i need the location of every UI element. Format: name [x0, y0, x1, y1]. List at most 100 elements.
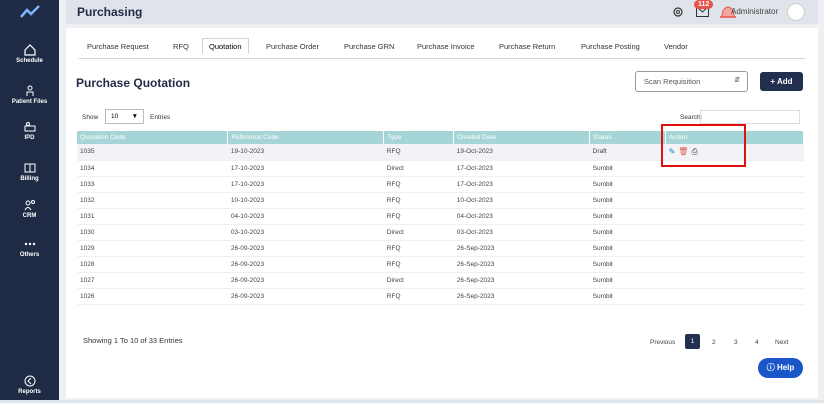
- table-cell: RFQ: [383, 144, 454, 161]
- table-cell: 1027: [77, 272, 228, 289]
- sidebar-item-ipd[interactable]: IPD: [0, 121, 59, 141]
- table-cell: RFQ: [383, 208, 454, 225]
- table-row[interactable]: 1030 03-10-2023 Direct 03-Oct-2023 Sumbit: [77, 224, 804, 241]
- action-cell: [665, 192, 804, 209]
- spinner-arrows-icon[interactable]: ⇵: [734, 76, 740, 84]
- notification-badge: 112: [694, 0, 714, 9]
- table-cell: Sumbit: [589, 288, 666, 305]
- table-cell: Sumbit: [589, 176, 666, 193]
- sidebar-item-billing[interactable]: Billing: [0, 162, 59, 182]
- page-size-select[interactable]: 10 ▼: [105, 109, 144, 124]
- table-cell: 1030: [77, 224, 228, 241]
- help-circle-icon: ⓘ: [766, 363, 775, 372]
- sidebar-item-label: Billing: [20, 176, 39, 182]
- tab-purchase-invoice[interactable]: Purchase Invoice: [417, 42, 475, 51]
- table-row[interactable]: 1029 26-09-2023 RFQ 26-Sep-2023 Sumbit: [77, 240, 804, 257]
- table-cell: Sumbit: [589, 208, 666, 225]
- sidebar-item-label: Patient Files: [11, 99, 48, 105]
- sidebar-item-others[interactable]: Others: [0, 238, 59, 258]
- action-cell: [665, 272, 804, 289]
- col-created-date[interactable]: Created Date: [453, 131, 591, 144]
- bed-icon: [24, 122, 35, 132]
- crm-icon: [24, 200, 35, 211]
- action-cell: [665, 256, 804, 273]
- add-button[interactable]: + Add: [760, 72, 803, 91]
- col-quotation-code[interactable]: Quotation Code: [77, 131, 229, 144]
- main-card: Purchase Request RFQ Quotation Purchase …: [66, 28, 818, 398]
- table-row[interactable]: 1032 10-10-2023 RFQ 10-Oct-2023 Sumbit: [77, 192, 804, 209]
- page-2-button[interactable]: 2: [712, 339, 716, 346]
- table-row[interactable]: 1026 26-09-2023 RFQ 26-Sep-2023 Sumbit: [77, 288, 804, 305]
- page-4-button[interactable]: 4: [755, 339, 759, 346]
- help-button[interactable]: ⓘ Help: [758, 358, 803, 378]
- sidebar-item-label: Reports: [18, 389, 41, 395]
- table-cell: 1028: [77, 256, 228, 273]
- table-cell: 26-09-2023: [227, 240, 384, 257]
- col-type[interactable]: Type: [383, 131, 455, 144]
- table-row[interactable]: 1028 26-09-2023 RFQ 26-Sep-2023 Sumbit: [77, 256, 804, 273]
- table-cell: 1032: [77, 192, 228, 209]
- table-cell: 26-Sep-2023: [453, 288, 590, 305]
- sidebar-item-schedule[interactable]: Schedule: [0, 44, 59, 64]
- sidebar-item-patient-files[interactable]: Patient Files: [0, 85, 59, 105]
- table-row[interactable]: 1033 17-10-2023 RFQ 17-Oct-2023 Sumbit: [77, 176, 804, 193]
- table-cell: Sumbit: [589, 160, 666, 177]
- table-cell: RFQ: [383, 288, 454, 305]
- avatar[interactable]: [787, 3, 805, 21]
- table-cell: 1031: [77, 208, 228, 225]
- show-label: Show: [82, 114, 99, 121]
- tab-purchase-grn[interactable]: Purchase GRN: [344, 42, 394, 51]
- search-input[interactable]: [700, 110, 800, 124]
- table-cell: 26-09-2023: [227, 256, 384, 273]
- sidebar-item-label: IPD: [24, 135, 35, 141]
- page-1-button[interactable]: 1: [685, 334, 700, 349]
- action-cell: [665, 224, 804, 241]
- person-icon: [26, 85, 33, 96]
- gear-icon[interactable]: [672, 6, 684, 18]
- sidebar-item-label: CRM: [22, 213, 37, 219]
- table-cell: 04-Oct-2023: [453, 208, 590, 225]
- table-cell: RFQ: [383, 192, 454, 209]
- tab-rfq[interactable]: RFQ: [173, 42, 189, 51]
- action-cell: [665, 176, 804, 193]
- table-cell: 03-Oct-2023: [453, 224, 590, 241]
- table-cell: 26-09-2023: [227, 272, 384, 289]
- table-cell: Draft: [589, 144, 666, 161]
- tab-purchase-posting[interactable]: Purchase Posting: [581, 42, 640, 51]
- tab-vendor[interactable]: Vendor: [664, 42, 688, 51]
- col-reference-code[interactable]: Reference Code: [227, 131, 385, 144]
- user-name[interactable]: Administrator: [731, 7, 778, 16]
- table-cell: Sumbit: [589, 272, 666, 289]
- table-cell: Direct: [383, 224, 454, 241]
- tab-purchase-order[interactable]: Purchase Order: [266, 42, 319, 51]
- table-cell: 26-09-2023: [227, 288, 384, 305]
- table-row[interactable]: 1027 26-09-2023 Direct 26-Sep-2023 Sumbit: [77, 272, 804, 289]
- table-cell: Sumbit: [589, 224, 666, 241]
- table-cell: RFQ: [383, 240, 454, 257]
- sidebar-item-reports[interactable]: Reports: [0, 375, 59, 395]
- tab-purchase-request[interactable]: Purchase Request: [87, 42, 149, 51]
- table-cell: Sumbit: [589, 256, 666, 273]
- module-title: Purchasing: [77, 5, 143, 19]
- table-row[interactable]: 1031 04-10-2023 RFQ 04-Oct-2023 Sumbit: [77, 208, 804, 225]
- table-cell: Direct: [383, 160, 454, 177]
- previous-button[interactable]: Previous: [650, 339, 675, 346]
- scan-requisition-placeholder: Scan Requisition: [644, 77, 701, 86]
- page-size-value: 10: [111, 113, 119, 120]
- col-status[interactable]: Status: [589, 131, 667, 144]
- tabs-divider: [79, 58, 805, 59]
- entries-label: Entries: [150, 114, 171, 121]
- next-button[interactable]: Next: [775, 339, 788, 346]
- table-cell: 26-Sep-2023: [453, 256, 590, 273]
- tab-purchase-return[interactable]: Purchase Return: [499, 42, 555, 51]
- sidebar-item-label: Schedule: [16, 58, 43, 64]
- tab-quotation[interactable]: Quotation: [202, 38, 249, 54]
- table-cell: 03-10-2023: [227, 224, 384, 241]
- page-3-button[interactable]: 3: [734, 339, 738, 346]
- help-label: Help: [776, 363, 795, 372]
- table-cell: 10-Oct-2023: [453, 192, 590, 209]
- sidebar-item-crm[interactable]: CRM: [0, 199, 59, 219]
- table-cell: 04-10-2023: [227, 208, 384, 225]
- scan-requisition-input[interactable]: Scan Requisition ⇵: [635, 71, 748, 92]
- table-cell: 1035: [77, 144, 228, 161]
